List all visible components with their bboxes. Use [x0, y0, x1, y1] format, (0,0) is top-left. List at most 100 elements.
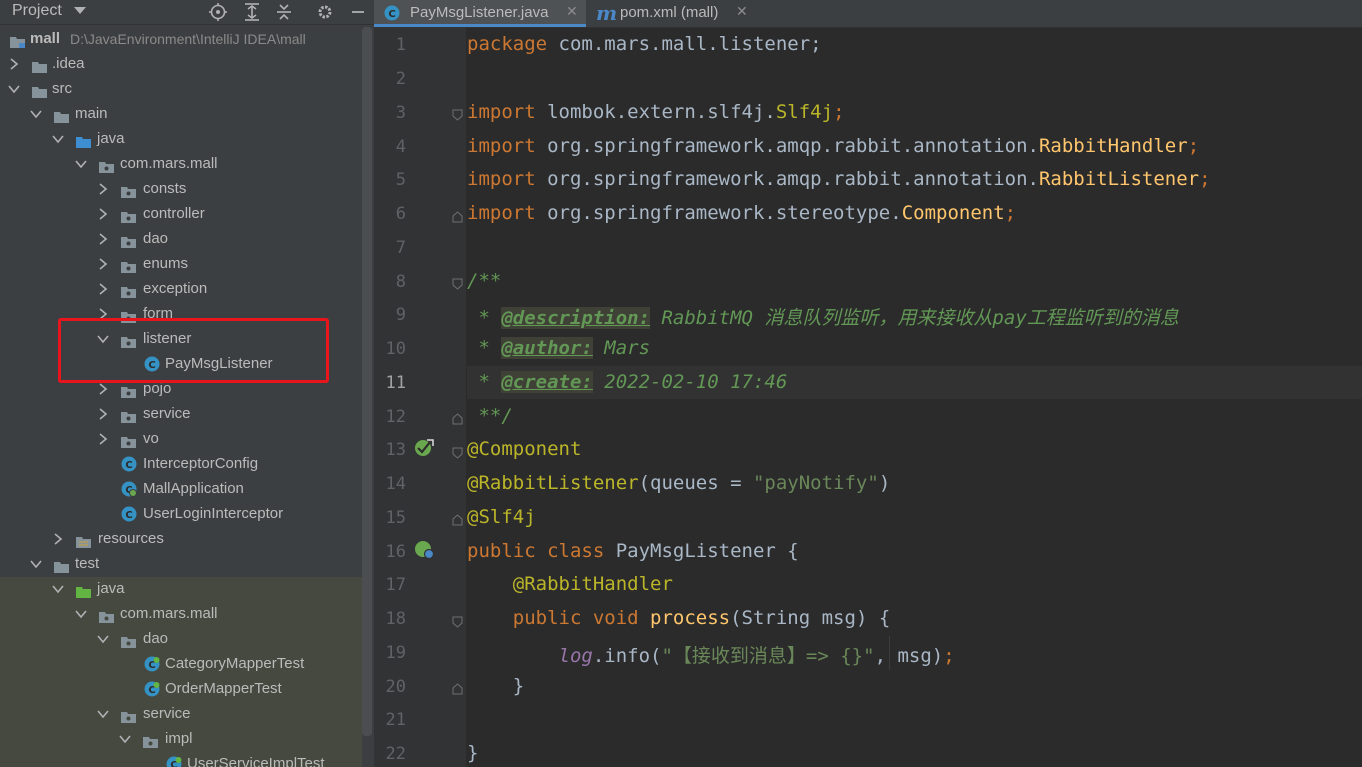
tree-label: .idea: [52, 55, 85, 72]
fold-marker-icon[interactable]: [452, 613, 463, 628]
line-number: 19: [385, 643, 406, 663]
editor-tabs: C PayMsgListener.java ✕ m pom.xml (mall)…: [374, 0, 1362, 28]
package-folder-icon: [121, 208, 136, 223]
chevron-right-icon[interactable]: [96, 207, 110, 221]
tree-node-package[interactable]: com.mars.mall: [0, 152, 362, 177]
tree-node-class[interactable]: C InterceptorConfig: [0, 452, 362, 477]
chevron-right-icon[interactable]: [96, 182, 110, 196]
tree-node-package[interactable]: controller: [0, 202, 362, 227]
close-tab-icon[interactable]: ✕: [736, 4, 748, 20]
locate-icon[interactable]: [208, 2, 228, 26]
code-line-4[interactable]: import org.springframework.amqp.rabbit.a…: [467, 135, 1199, 157]
tree-node-package[interactable]: service: [0, 402, 362, 427]
tree-node-package[interactable]: com.mars.mall: [0, 602, 362, 627]
package-folder-icon: [121, 433, 136, 448]
code-line-5[interactable]: import org.springframework.amqp.rabbit.a…: [467, 168, 1211, 190]
settings-gear-icon[interactable]: [315, 2, 335, 26]
hide-panel-icon[interactable]: [348, 2, 368, 26]
tree-node-folder[interactable]: .idea: [0, 52, 362, 77]
spring-bean-gutter-icon[interactable]: [413, 538, 435, 564]
tree-node-package[interactable]: vo: [0, 427, 362, 452]
fold-marker-icon[interactable]: [452, 208, 463, 223]
tree-node-folder[interactable]: main: [0, 102, 362, 127]
tree-node-package[interactable]: impl: [0, 727, 362, 752]
code-line-22[interactable]: }: [467, 742, 478, 764]
tree-node-package[interactable]: consts: [0, 177, 362, 202]
fold-marker-icon[interactable]: [452, 511, 463, 526]
chevron-down-icon[interactable]: [29, 557, 43, 571]
tree-node-module-mall[interactable]: mall D:\JavaEnvironment\IntelliJ IDEA\ma…: [0, 27, 362, 52]
view-selector-chevron-icon[interactable]: [74, 7, 86, 14]
expand-all-icon[interactable]: [242, 2, 262, 26]
semicolon: ;: [1187, 135, 1200, 157]
chevron-down-icon[interactable]: [51, 582, 65, 596]
chevron-down-icon[interactable]: [29, 107, 43, 121]
chevron-right-icon[interactable]: [96, 257, 110, 271]
fold-marker-icon[interactable]: [452, 106, 463, 121]
collapse-all-icon[interactable]: [274, 2, 294, 26]
package-folder-icon: [121, 258, 136, 273]
tree-node-package[interactable]: service: [0, 702, 362, 727]
code-line-9[interactable]: * @description: RabbitMQ 消息队列监听，用来接收从pay…: [467, 303, 1179, 330]
code-line-3[interactable]: import lombok.extern.slf4j.Slf4j;: [467, 101, 845, 123]
fold-marker-icon[interactable]: [452, 410, 463, 425]
code-line-8[interactable]: /**: [467, 270, 501, 292]
tree-node-package[interactable]: dao: [0, 627, 362, 652]
fold-marker-icon[interactable]: [452, 275, 463, 290]
code-line-14[interactable]: @RabbitListener(queues = "payNotify"): [467, 472, 890, 494]
project-scrollbar[interactable]: [362, 27, 372, 736]
imported-class: Slf4j: [775, 101, 834, 123]
chevron-down-icon[interactable]: [51, 132, 65, 146]
chevron-down-icon[interactable]: [74, 607, 88, 621]
tree-label: UserServiceImplTest: [187, 755, 325, 767]
tree-node-resources-root[interactable]: resources: [0, 527, 362, 552]
code-line-20[interactable]: }: [467, 675, 524, 697]
code-line-18[interactable]: public void process(String msg) {: [467, 607, 891, 629]
chevron-down-icon[interactable]: [96, 632, 110, 646]
project-view-title[interactable]: Project: [12, 2, 62, 20]
fold-marker-icon[interactable]: [452, 444, 463, 459]
tree-node-test-class[interactable]: C OrderMapperTest: [0, 677, 362, 702]
chevron-down-icon[interactable]: [118, 732, 132, 746]
chevron-right-icon[interactable]: [96, 432, 110, 446]
chevron-down-icon[interactable]: [7, 82, 21, 96]
code-line-16[interactable]: public class PayMsgListener {: [467, 540, 799, 562]
code-line-12[interactable]: **/: [467, 405, 512, 427]
fold-marker-icon[interactable]: [452, 680, 463, 695]
close-tab-icon[interactable]: ✕: [566, 4, 578, 20]
code-line-15[interactable]: @Slf4j: [467, 506, 536, 528]
tree-node-package[interactable]: dao: [0, 227, 362, 252]
tree-node-source-root[interactable]: java: [0, 127, 362, 152]
spring-bean-gutter-icon[interactable]: [413, 437, 435, 463]
tree-node-package[interactable]: exception: [0, 277, 362, 302]
chevron-right-icon[interactable]: [51, 532, 65, 546]
code-line-19[interactable]: log.info("【接收到消息】=> {}", msg);: [467, 641, 955, 668]
keyword: public class: [467, 540, 605, 562]
code-line-11[interactable]: * @create: 2022-02-10 17:46: [467, 371, 787, 393]
chevron-right-icon[interactable]: [96, 382, 110, 396]
chevron-down-icon[interactable]: [96, 707, 110, 721]
tree-node-class[interactable]: C MallApplication: [0, 477, 362, 502]
code-line-13[interactable]: @Component: [467, 438, 581, 460]
chevron-right-icon[interactable]: [96, 282, 110, 296]
code-line-1[interactable]: package com.mars.mall.listener;: [467, 33, 822, 55]
code-line-6[interactable]: import org.springframework.stereotype.Co…: [467, 202, 1016, 224]
tab-paymsglistener-java[interactable]: C PayMsgListener.java ✕: [374, 0, 586, 27]
tab-pom-xml[interactable]: m pom.xml (mall) ✕: [588, 0, 758, 27]
chevron-down-icon[interactable]: [74, 157, 88, 171]
semicolon: ;: [1199, 168, 1211, 190]
java-class-icon: C: [121, 506, 137, 522]
tree-node-test-class[interactable]: C UserServiceImplTest: [0, 752, 362, 767]
chevron-right-icon[interactable]: [7, 57, 21, 71]
chevron-right-icon[interactable]: [96, 407, 110, 421]
tree-node-package[interactable]: enums: [0, 252, 362, 277]
tree-node-folder[interactable]: src: [0, 77, 362, 102]
chevron-right-icon[interactable]: [96, 232, 110, 246]
tree-node-test-root[interactable]: java: [0, 577, 362, 602]
code-line-17[interactable]: @RabbitHandler: [467, 573, 673, 595]
tree-node-test-class[interactable]: C CategoryMapperTest: [0, 652, 362, 677]
tree-node-folder[interactable]: test: [0, 552, 362, 577]
tree-node-class[interactable]: C UserLoginInterceptor: [0, 502, 362, 527]
package-folder-icon: [121, 408, 136, 423]
code-line-10[interactable]: * @author: Mars: [467, 337, 650, 359]
